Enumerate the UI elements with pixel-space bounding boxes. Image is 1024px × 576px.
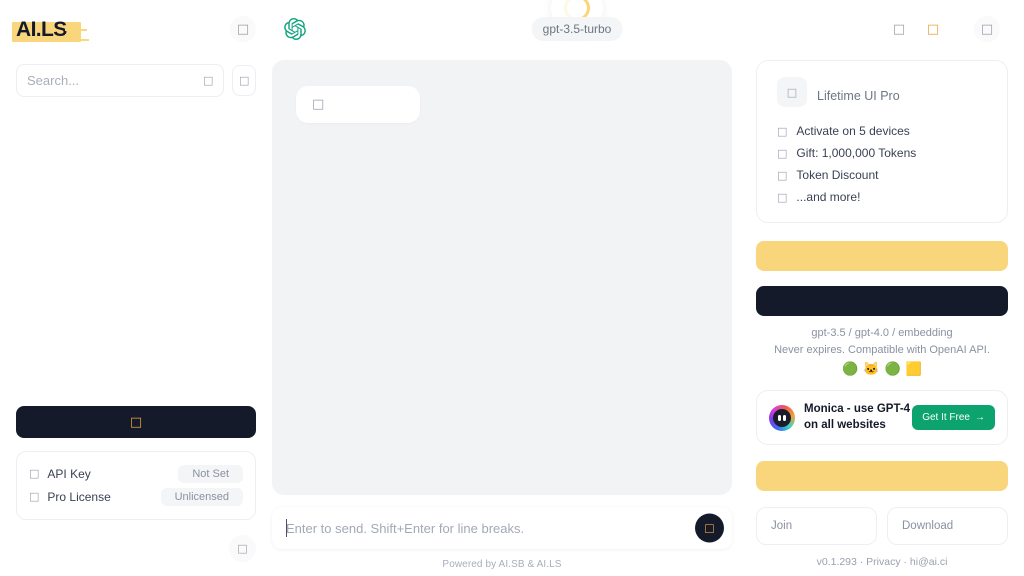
sidebar-search-row: □ □ (16, 58, 256, 97)
app-header: AI.LS □ gpt-3.5-turbo □ □ □ (0, 0, 1024, 58)
search-box[interactable]: □ (16, 64, 225, 97)
arrow-right-icon: → (975, 412, 985, 424)
status-label: Pro License (47, 489, 111, 504)
pro-feature-item: □ Activate on 5 devices (777, 120, 987, 142)
monica-avatar (769, 404, 795, 431)
status-badge: Not Set (178, 464, 243, 483)
download-button[interactable]: Download (887, 507, 1008, 546)
sidebar: □ □ □ □ API Key Not Set □ Pro License (0, 58, 272, 576)
pro-feature-item: □ Token Discount (777, 164, 987, 186)
message-placeholder-icon: □ (312, 97, 325, 112)
pro-card-title: Lifetime UI Pro (817, 89, 900, 103)
monica-face-icon (773, 408, 791, 427)
help-icon: □ (237, 541, 248, 555)
composer[interactable]: □ (272, 507, 732, 549)
header-left: AI.LS □ (0, 16, 272, 42)
share-icon: □ (892, 21, 906, 37)
status-card: □ API Key Not Set □ Pro License Unlicens… (16, 451, 256, 520)
text-caret (286, 519, 287, 537)
send-button[interactable]: □ (695, 513, 724, 543)
monica-headline-line-2: on all websites (804, 418, 886, 431)
pro-badge: □ (777, 77, 807, 107)
share-button[interactable]: □ (882, 23, 916, 36)
payment-icon-4: 🟨 (905, 361, 922, 377)
openai-logo (284, 18, 306, 40)
send-icon: □ (704, 521, 715, 535)
sparkle-icon: □ (777, 190, 788, 204)
app-root: AI.LS □ gpt-3.5-turbo □ □ □ Search... □ … (0, 0, 1024, 576)
buy-pro-button[interactable] (756, 241, 1008, 271)
chat-input[interactable] (286, 520, 680, 536)
monica-ad-banner[interactable]: Monica - use GPT-4 on all websites Get I… (756, 390, 1008, 446)
logo-stripes-icon (64, 26, 89, 41)
search-icon: □ (203, 74, 214, 87)
header-right: □ □ □ (882, 16, 1024, 42)
join-button[interactable]: Join (756, 507, 877, 546)
gift-icon: □ (777, 146, 788, 160)
discount-icon: □ (777, 168, 788, 182)
key-icon: □ (29, 467, 40, 480)
status-row-api-key[interactable]: □ API Key Not Set (29, 462, 243, 485)
status-label: API Key (47, 466, 91, 481)
chat-input-area: □ Powered by AI.SB & AI.LS (272, 495, 732, 576)
right-panel-footer[interactable]: v0.1.293 · Privacy · hi@ai.ci (756, 545, 1008, 568)
new-chat-button[interactable]: □ (16, 406, 256, 438)
monica-cta-button[interactable]: Get It Free → (912, 405, 995, 431)
help-button[interactable]: □ (229, 534, 256, 562)
activate-license-button[interactable] (756, 286, 1008, 316)
license-icon: □ (29, 490, 40, 503)
monica-cta-label: Get It Free (922, 412, 970, 424)
pro-feature-label: Gift: 1,000,000 Tokens (796, 146, 917, 160)
sidebar-footer: □ (16, 520, 256, 576)
pro-card-header: □ Lifetime UI Pro (777, 77, 987, 107)
pro-feature-label: ...and more! (796, 190, 861, 204)
pro-card: □ Lifetime UI Pro □ Activate on 5 device… (756, 60, 1008, 223)
filter-button[interactable]: □ (232, 65, 256, 96)
crown-icon: □ (786, 85, 798, 99)
logo-text: AI.LS (16, 17, 67, 41)
app-body: □ □ □ □ API Key Not Set □ Pro License (0, 58, 1024, 576)
app-logo: AI.LS (12, 17, 89, 42)
panel-collapse-icon: □ (236, 21, 250, 37)
message-list[interactable]: □ (272, 60, 732, 495)
model-selector-pill[interactable]: gpt-3.5-turbo (531, 17, 623, 41)
status-row-pro-license[interactable]: □ Pro License Unlicensed (29, 485, 243, 508)
community-buttons: Join Download (756, 507, 1008, 546)
search-input[interactable] (27, 73, 203, 88)
payment-methods-row: 🟢 🐱 🟢 🟨 (756, 359, 1008, 377)
promo-button[interactable] (756, 461, 1008, 492)
status-badge: Unlicensed (160, 487, 243, 506)
pro-feature-item: □ ...and more! (777, 186, 987, 208)
star-button[interactable]: □ (916, 23, 950, 36)
header-center: gpt-3.5-turbo (272, 0, 882, 41)
pro-feature-label: Token Discount (796, 168, 879, 182)
plus-icon: □ (129, 414, 143, 430)
conversation-list[interactable] (16, 97, 256, 406)
chat-column: □ □ Powered by AI.SB & AI.LS (272, 58, 740, 576)
sidebar-collapse-button[interactable]: □ (230, 16, 256, 42)
pro-feature-item: □ Gift: 1,000,000 Tokens (777, 142, 987, 164)
star-icon: □ (926, 21, 940, 37)
settings-button[interactable]: □ (950, 16, 1024, 42)
settings-icon: □ (980, 21, 994, 37)
check-icon: □ (777, 124, 788, 138)
plan-note-line-2: Never expires. Compatible with OpenAI AP… (774, 344, 990, 357)
filter-icon: □ (239, 74, 250, 87)
plan-note-line-1: gpt-3.5 / gpt-4.0 / embedding (811, 327, 953, 339)
payment-icon-2: 🐱 (863, 361, 880, 377)
monica-headline: Monica - use GPT-4 on all websites (804, 402, 912, 433)
monica-headline-line-1: Monica - use GPT-4 (804, 403, 911, 416)
right-panel: □ Lifetime UI Pro □ Activate on 5 device… (740, 58, 1024, 576)
powered-by-label: Powered by AI.SB & AI.LS (442, 559, 562, 570)
pro-feature-label: Activate on 5 devices (796, 124, 910, 138)
message-bubble: □ (296, 86, 420, 123)
payment-icon-1: 🟢 (842, 361, 859, 377)
payment-icon-3: 🟢 (884, 361, 901, 377)
